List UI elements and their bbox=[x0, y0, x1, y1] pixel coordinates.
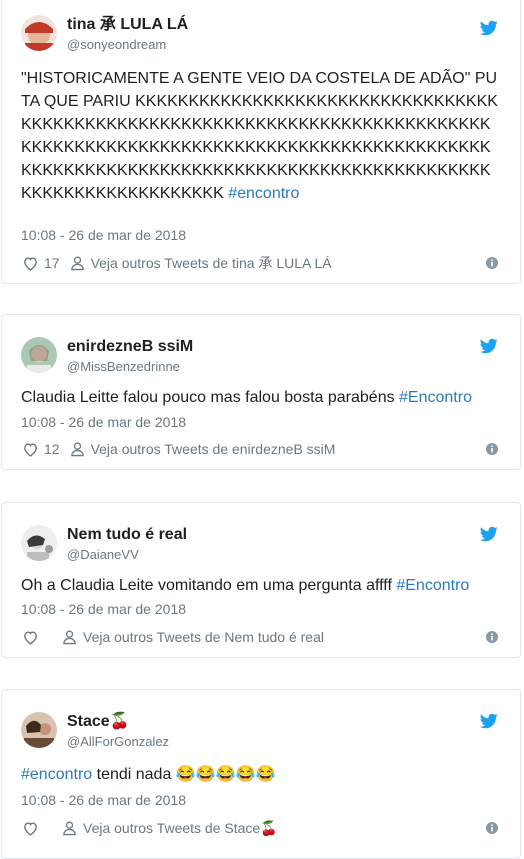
avatar[interactable] bbox=[21, 337, 57, 373]
hashtag-link[interactable]: #encontro bbox=[228, 185, 299, 202]
more-tweets-link[interactable]: Veja outros Tweets de Stace🍒 bbox=[83, 820, 278, 837]
heart-icon[interactable] bbox=[22, 441, 39, 458]
user-handle[interactable]: @AllForGonzalez bbox=[67, 733, 169, 751]
avatar[interactable] bbox=[21, 525, 57, 561]
info-icon[interactable] bbox=[486, 443, 498, 455]
user-handle[interactable]: @DaianeVV bbox=[67, 546, 187, 564]
timestamp[interactable]: 10:08 - 26 de mar de 2018 bbox=[21, 601, 186, 617]
tweet-body: "HISTORICAMENTE A GENTE VEIO DA COSTELA … bbox=[21, 70, 498, 202]
tweet-text: #encontro tendi nada 😂😂😂😂😂 bbox=[21, 763, 501, 786]
avatar[interactable] bbox=[21, 712, 57, 748]
tweet-body: tendi nada 😂😂😂😂😂 bbox=[92, 766, 276, 783]
avatar[interactable] bbox=[21, 15, 57, 51]
timestamp[interactable]: 10:08 - 26 de mar de 2018 bbox=[21, 227, 186, 243]
like-count: 17 bbox=[44, 255, 60, 271]
tweet-card-1: tina 承 LULA LÁ @sonyeondream "HISTORICAM… bbox=[1, 0, 521, 284]
info-icon[interactable] bbox=[486, 257, 498, 269]
timestamp[interactable]: 10:08 - 26 de mar de 2018 bbox=[21, 792, 186, 808]
more-tweets-link[interactable]: Veja outros Tweets de Nem tudo é real bbox=[83, 629, 324, 645]
like-count: 12 bbox=[44, 441, 60, 457]
tweet-text: "HISTORICAMENTE A GENTE VEIO DA COSTELA … bbox=[21, 67, 501, 205]
twitter-bird-icon[interactable] bbox=[480, 337, 498, 355]
heart-icon[interactable] bbox=[22, 255, 39, 272]
display-name[interactable]: Stace🍒 bbox=[67, 712, 169, 732]
person-icon bbox=[63, 821, 76, 836]
tweet-body: Claudia Leitte falou pouco mas falou bos… bbox=[21, 389, 400, 406]
twitter-bird-icon[interactable] bbox=[480, 19, 498, 37]
tweet-card-4: Stace🍒 @AllForGonzalez #encontro tendi n… bbox=[1, 689, 521, 859]
info-icon[interactable] bbox=[486, 631, 498, 643]
more-tweets-link[interactable]: Veja outros Tweets de enirdezneB ssiM bbox=[91, 441, 336, 457]
tweet-actions: 17 Veja outros Tweets de tina 承 LULA LÁ bbox=[22, 253, 332, 273]
tweet-actions: Veja outros Tweets de Stace🍒 bbox=[22, 818, 278, 838]
heart-icon[interactable] bbox=[22, 820, 39, 837]
person-icon bbox=[70, 442, 84, 457]
timestamp[interactable]: 10:08 - 26 de mar de 2018 bbox=[21, 414, 186, 430]
tweet-card-2: enirdezneB ssiM @MissBenzedrinne Claudia… bbox=[1, 314, 521, 470]
user-handle[interactable]: @sonyeondream bbox=[67, 36, 188, 54]
info-icon[interactable] bbox=[486, 822, 498, 834]
hashtag-link[interactable]: #encontro bbox=[21, 766, 92, 783]
tweet-text: Claudia Leitte falou pouco mas falou bos… bbox=[21, 386, 501, 409]
twitter-bird-icon[interactable] bbox=[480, 525, 498, 543]
heart-icon[interactable] bbox=[22, 629, 39, 646]
display-name[interactable]: enirdezneB ssiM bbox=[67, 337, 193, 357]
user-handle[interactable]: @MissBenzedrinne bbox=[67, 358, 193, 376]
person-icon bbox=[70, 256, 84, 271]
tweet-body: Oh a Claudia Leite vomitando em uma perg… bbox=[21, 577, 397, 594]
tweet-actions: 12 Veja outros Tweets de enirdezneB ssiM bbox=[22, 439, 335, 459]
more-tweets-link[interactable]: Veja outros Tweets de tina 承 LULA LÁ bbox=[91, 253, 332, 273]
display-name[interactable]: Nem tudo é real bbox=[67, 525, 187, 545]
hashtag-link[interactable]: #Encontro bbox=[399, 389, 472, 406]
tweet-text: Oh a Claudia Leite vomitando em uma perg… bbox=[21, 574, 501, 597]
tweet-actions: Veja outros Tweets de Nem tudo é real bbox=[22, 627, 324, 647]
tweet-card-3: Nem tudo é real @DaianeVV Oh a Claudia L… bbox=[1, 502, 521, 658]
twitter-bird-icon[interactable] bbox=[480, 712, 498, 730]
display-name[interactable]: tina 承 LULA LÁ bbox=[67, 15, 188, 35]
person-icon bbox=[63, 630, 76, 645]
hashtag-link[interactable]: #Encontro bbox=[396, 577, 469, 594]
